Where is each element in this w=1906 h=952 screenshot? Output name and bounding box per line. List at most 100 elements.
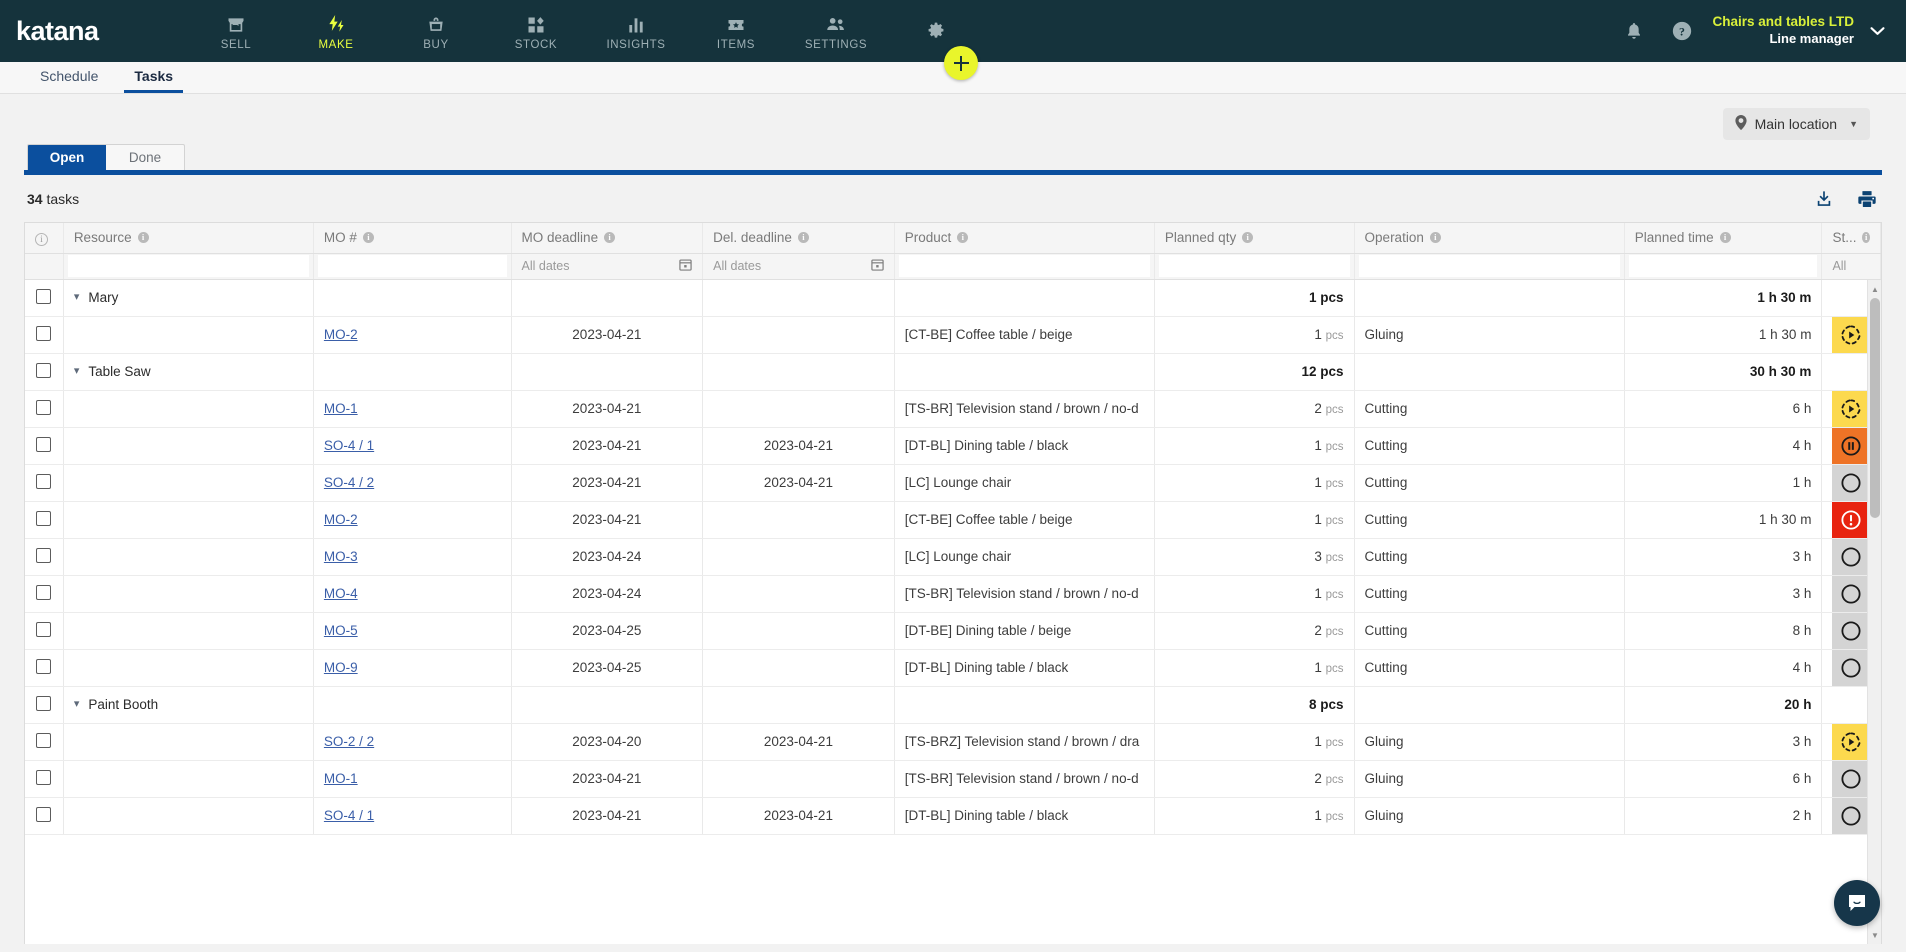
nav-item-stock[interactable]: STOCK (486, 12, 586, 51)
filter-planned-time[interactable] (1624, 253, 1823, 280)
row-select-cell[interactable] (25, 316, 64, 354)
filter-mo-deadline[interactable]: All dates (511, 253, 704, 280)
row-checkbox[interactable] (36, 547, 52, 563)
status-badge[interactable] (1832, 316, 1870, 352)
row-select-cell[interactable] (25, 760, 64, 798)
mo-number-cell[interactable] (313, 686, 512, 724)
table-row[interactable]: MO-1 2023-04-21 [TS-BR] Television stand /… (25, 760, 1881, 798)
info-icon[interactable]: i (604, 232, 616, 244)
bell-icon[interactable] (1610, 7, 1658, 55)
table-row[interactable]: MO-3 2023-04-24 [LC] Lounge chair 3 pcs Cutt… (25, 538, 1881, 576)
row-select-cell[interactable] (25, 501, 64, 539)
status-badge[interactable] (1832, 390, 1870, 426)
mo-number-cell[interactable]: SO-4 / 2 (313, 464, 512, 502)
row-select-cell[interactable] (25, 427, 64, 465)
info-icon[interactable]: i (797, 232, 809, 244)
mo-link[interactable]: MO-3 (324, 549, 358, 564)
mo-link[interactable]: MO-5 (324, 623, 358, 638)
header-planned-time[interactable]: Planned time i (1624, 223, 1823, 254)
status-badge[interactable] (1832, 575, 1870, 611)
header-mo-number[interactable]: MO # i (313, 223, 512, 254)
mo-number-cell[interactable]: MO-1 (313, 390, 512, 428)
mo-number-cell[interactable]: SO-2 / 2 (313, 723, 512, 761)
filter-mo[interactable] (313, 253, 512, 280)
status-badge[interactable] (1832, 649, 1870, 685)
mo-number-cell[interactable]: MO-2 (313, 316, 512, 354)
info-icon[interactable]: i (1429, 232, 1441, 244)
mo-link[interactable]: MO-2 (324, 512, 358, 527)
header-planned-qty[interactable]: Planned qty i (1154, 223, 1355, 254)
row-select-cell[interactable] (25, 353, 64, 391)
table-row[interactable]: MO-5 2023-04-25 [DT-BE] Dining table / bei… (25, 612, 1881, 650)
group-row[interactable]: ▾ Mary 1 pcs 1 h 30 m (25, 279, 1881, 317)
row-checkbox[interactable] (36, 732, 52, 748)
scrollbar-thumb[interactable] (1870, 298, 1880, 518)
print-icon[interactable] (1856, 189, 1878, 209)
filter-operation[interactable] (1354, 253, 1625, 280)
resource-filter-input[interactable] (67, 255, 309, 277)
group-row[interactable]: ▾ Paint Booth 8 pcs 20 h (25, 686, 1881, 724)
mo-link[interactable]: MO-2 (324, 327, 358, 342)
mo-number-cell[interactable]: MO-2 (313, 501, 512, 539)
product-filter-input[interactable] (898, 255, 1150, 277)
mo-number-cell[interactable]: MO-4 (313, 575, 512, 613)
del-deadline-filter[interactable]: All dates (707, 255, 890, 277)
row-checkbox[interactable] (36, 325, 52, 341)
table-row[interactable]: MO-2 2023-04-21 [CT-BE] Coffee table / bei… (25, 501, 1881, 539)
header-status[interactable]: St... i (1821, 223, 1881, 254)
download-icon[interactable] (1814, 189, 1834, 209)
table-row[interactable]: MO-4 2023-04-24 [TS-BR] Television stand /… (25, 575, 1881, 613)
header-operation[interactable]: Operation i (1354, 223, 1625, 254)
nav-item-insights[interactable]: INSIGHTS (586, 12, 686, 51)
mo-number-cell[interactable] (313, 353, 512, 391)
resource-cell[interactable]: ▾ Table Saw (63, 353, 314, 391)
table-row[interactable]: MO-9 2023-04-25 [DT-BL] Dining table / bla… (25, 649, 1881, 687)
row-select-cell[interactable] (25, 797, 64, 835)
nav-item-items[interactable]: ITEMS (686, 12, 786, 51)
table-vertical-scrollbar[interactable]: ▲ ▼ (1867, 280, 1881, 944)
mo-link[interactable]: MO-4 (324, 586, 358, 601)
header-mo-deadline[interactable]: MO deadline i (511, 223, 704, 254)
row-checkbox[interactable] (36, 436, 52, 452)
katana-logo[interactable]: katana (16, 16, 166, 47)
mo-number-cell[interactable]: MO-3 (313, 538, 512, 576)
chat-bubble-icon[interactable] (1834, 880, 1880, 926)
status-badge[interactable] (1832, 464, 1870, 500)
status-badge[interactable] (1832, 427, 1870, 463)
row-checkbox[interactable] (36, 584, 52, 600)
row-checkbox[interactable] (36, 399, 52, 415)
filter-planned-qty[interactable] (1154, 253, 1355, 280)
status-badge[interactable] (1832, 501, 1870, 537)
status-badge[interactable] (1832, 612, 1870, 648)
resource-cell[interactable]: ▾ Mary (63, 279, 314, 317)
segment-open[interactable]: Open (28, 145, 106, 170)
table-row[interactable]: SO-4 / 2 2023-04-21 2023-04-21 [LC] Lounge … (25, 464, 1881, 502)
status-badge[interactable] (1832, 538, 1870, 574)
group-row[interactable]: ▾ Table Saw 12 pcs 30 h 30 m (25, 353, 1881, 391)
status-badge[interactable] (1832, 797, 1870, 833)
header-resource[interactable]: Resource i (63, 223, 314, 254)
chevron-down-icon[interactable] (1860, 11, 1894, 51)
row-checkbox[interactable] (36, 621, 52, 637)
filter-resource[interactable] (63, 253, 314, 280)
mo-link[interactable]: SO-4 / 1 (324, 808, 374, 823)
status-filter-value[interactable]: All (1826, 255, 1876, 277)
status-badge[interactable] (1832, 279, 1870, 315)
row-select-cell[interactable] (25, 723, 64, 761)
status-badge[interactable] (1832, 686, 1870, 722)
nav-item-make[interactable]: MAKE (286, 12, 386, 51)
filter-product[interactable] (894, 253, 1155, 280)
info-icon[interactable]: i (1719, 232, 1731, 244)
mo-number-cell[interactable] (313, 279, 512, 317)
status-badge[interactable] (1832, 760, 1870, 796)
row-checkbox[interactable] (36, 510, 52, 526)
info-icon[interactable]: i (957, 232, 969, 244)
table-row[interactable]: MO-1 2023-04-21 [TS-BR] Television stand /… (25, 390, 1881, 428)
table-row[interactable]: SO-4 / 1 2023-04-21 2023-04-21 [DT-BL] Dini… (25, 797, 1881, 835)
row-select-cell[interactable] (25, 686, 64, 724)
calendar-icon[interactable] (679, 258, 692, 274)
mo-link[interactable]: SO-4 / 2 (324, 475, 374, 490)
nav-item-buy[interactable]: BUY (386, 12, 486, 51)
table-row[interactable]: MO-2 2023-04-21 [CT-BE] Coffee table / bei… (25, 316, 1881, 354)
filter-del-deadline[interactable]: All dates (702, 253, 895, 280)
